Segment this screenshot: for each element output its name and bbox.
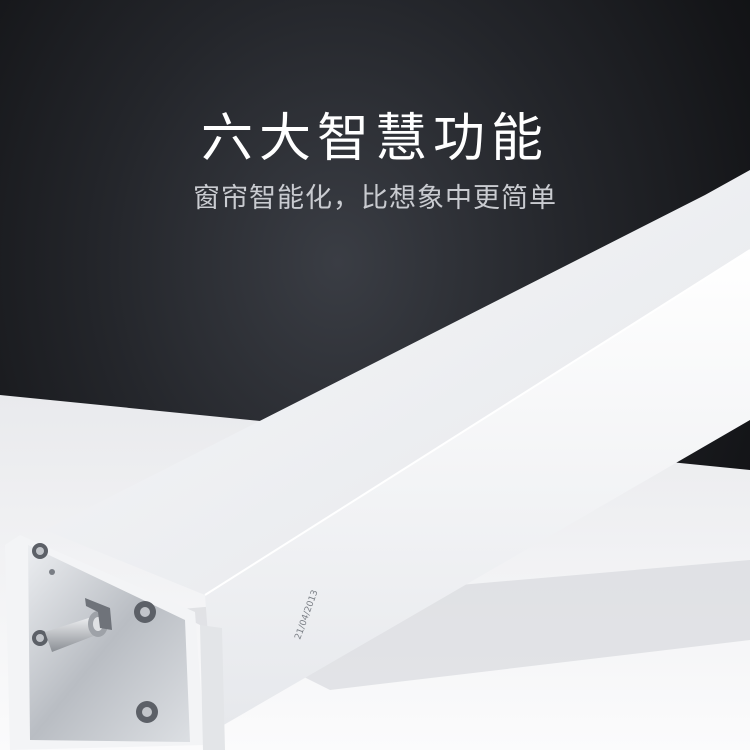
screw-top-right-icon bbox=[134, 601, 156, 623]
screw-bottom-right-icon bbox=[136, 701, 158, 723]
page-title: 六大智慧功能 bbox=[200, 109, 549, 169]
page-subtitle: 窗帘智能化，比想象中更简单 bbox=[193, 183, 557, 214]
screw-top-left-icon bbox=[32, 543, 48, 559]
product-banner: 21/04/2013 六大智慧功能 窗帘智能化，比想象中更简单 bbox=[0, 0, 750, 750]
end-cap-lip bbox=[200, 625, 225, 750]
cap-hole bbox=[49, 569, 55, 575]
